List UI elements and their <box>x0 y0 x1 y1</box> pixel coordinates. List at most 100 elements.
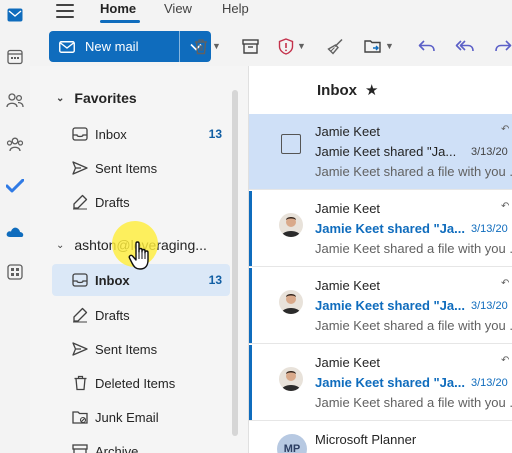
broom-icon <box>327 38 343 55</box>
message-sender: Jamie Keet <box>315 278 381 293</box>
onedrive-icon[interactable] <box>5 222 25 242</box>
reply-indicator-icon: ↶ <box>501 201 510 212</box>
app-rail <box>0 0 30 453</box>
chevron-down-icon: ▼ <box>297 41 306 51</box>
account-archive[interactable]: Archive <box>52 435 230 453</box>
message-subject: Jamie Keet shared "Ja... <box>315 144 457 159</box>
message-row[interactable]: MP Microsoft Planner <box>249 422 512 453</box>
trash-icon <box>195 38 207 54</box>
avatar <box>279 290 303 314</box>
new-mail-button[interactable]: New mail <box>49 31 211 62</box>
send-icon <box>70 161 90 175</box>
reply-indicator-icon: ↶ <box>501 124 510 135</box>
todo-icon[interactable] <box>5 176 25 196</box>
archive-icon <box>242 38 259 54</box>
message-preview: Jamie Keet shared a file with you ... <box>315 318 512 333</box>
list-title: Inbox <box>317 81 357 99</box>
new-mail-main[interactable]: New mail <box>49 31 179 62</box>
sweep-button[interactable] <box>327 36 344 56</box>
hand-cursor-icon <box>128 240 154 277</box>
favorite-drafts[interactable]: Drafts <box>52 186 230 218</box>
ribbon-tabs: Home View Help <box>30 0 512 26</box>
account-junk-email[interactable]: Junk Email <box>52 401 230 433</box>
drafts-icon <box>70 194 90 210</box>
compose-mail-icon <box>59 40 75 53</box>
message-preview: Jamie Keet shared a file with you ... <box>315 164 512 179</box>
delete-button[interactable]: ▼ <box>193 36 221 56</box>
archive-icon <box>70 444 90 453</box>
inbox-icon <box>70 127 90 141</box>
folder-label: Sent Items <box>95 160 158 176</box>
tab-view[interactable]: View <box>164 1 192 16</box>
message-date: 3/13/20 <box>471 377 508 389</box>
favorite-sent-items[interactable]: Sent Items <box>52 152 230 184</box>
account-deleted-items[interactable]: Deleted Items <box>52 367 230 399</box>
report-button[interactable]: ▼ <box>278 36 306 56</box>
folder-label: Drafts <box>95 194 130 210</box>
folder-pane-scrollbar[interactable] <box>232 90 238 436</box>
folder-label: Drafts <box>95 307 130 323</box>
mail-icon[interactable] <box>5 5 25 25</box>
message-preview: Jamie Keet shared a file with you ... <box>315 241 512 256</box>
avatar <box>279 367 303 391</box>
tab-home[interactable]: Home <box>100 1 136 16</box>
chevron-down-icon: ▼ <box>212 41 221 51</box>
move-to-button[interactable]: ▼ <box>364 36 394 56</box>
trash-icon <box>70 375 90 391</box>
avatar: MP <box>277 434 307 453</box>
inbox-icon <box>70 273 90 287</box>
apps-icon[interactable] <box>5 262 25 282</box>
folder-move-icon <box>364 40 381 53</box>
shield-warning-icon <box>278 37 294 55</box>
calendar-icon[interactable] <box>5 47 25 67</box>
reply-indicator-icon: ↶ <box>501 278 510 289</box>
junk-folder-icon <box>70 410 90 425</box>
message-row[interactable]: ↶ Jamie Keet Jamie Keet shared "Ja... 3/… <box>249 114 512 190</box>
archive-button[interactable] <box>242 36 259 56</box>
favorite-inbox[interactable]: Inbox 13 <box>52 118 230 150</box>
send-icon <box>70 342 90 356</box>
unread-count: 13 <box>208 127 222 141</box>
message-date: 3/13/20 <box>471 223 508 235</box>
avatar <box>279 213 303 237</box>
favorite-star-icon[interactable]: ★ <box>365 81 378 99</box>
reply-icon <box>418 40 435 52</box>
select-checkbox[interactable] <box>281 134 301 154</box>
message-sender: Microsoft Planner <box>315 432 417 447</box>
folder-label: Deleted Items <box>95 375 176 391</box>
message-subject: Jamie Keet shared "Ja... <box>315 221 465 236</box>
message-sender: Jamie Keet <box>315 355 381 370</box>
folder-label: Archive <box>95 443 139 453</box>
message-preview: Jamie Keet shared a file with you ... <box>315 395 512 410</box>
message-row[interactable]: ↶ Jamie Keet Jamie Keet shared "Ja... 3/… <box>249 268 512 344</box>
folder-label: Inbox <box>95 126 127 142</box>
message-subject: Jamie Keet shared "Ja... <box>315 298 465 313</box>
favorites-header[interactable]: ⌄ Favorites <box>56 90 137 106</box>
account-sent-items[interactable]: Sent Items <box>52 333 230 365</box>
account-drafts[interactable]: Drafts <box>52 299 230 331</box>
message-sender: Jamie Keet <box>315 201 381 216</box>
tab-help[interactable]: Help <box>222 1 249 16</box>
message-date: 3/13/20 <box>471 146 508 158</box>
message-row[interactable]: ↶ Jamie Keet Jamie Keet shared "Ja... 3/… <box>249 191 512 267</box>
forward-icon <box>495 40 512 52</box>
chevron-down-icon: ⌄ <box>56 92 65 104</box>
people-icon[interactable] <box>5 90 25 110</box>
message-row[interactable]: ↶ Jamie Keet Jamie Keet shared "Ja... 3/… <box>249 345 512 421</box>
reply-all-icon <box>455 40 474 52</box>
message-list-header: Inbox ★ <box>249 66 512 114</box>
groups-icon[interactable] <box>5 134 25 154</box>
toolbar: New mail ▼ ▼ ▼ <box>30 26 512 66</box>
folder-label: Inbox <box>95 272 130 288</box>
reply-all-button[interactable] <box>455 36 475 56</box>
active-tab-indicator <box>100 20 140 23</box>
forward-button[interactable] <box>494 36 512 56</box>
hamburger-menu-icon[interactable] <box>56 4 74 18</box>
message-date: 3/13/20 <box>471 300 508 312</box>
reply-button[interactable] <box>418 36 436 56</box>
chevron-down-icon: ⌄ <box>56 239 65 251</box>
folder-label: Sent Items <box>95 341 158 357</box>
unread-count: 13 <box>208 273 222 287</box>
reply-indicator-icon: ↶ <box>501 355 510 366</box>
chevron-down-icon: ▼ <box>385 41 394 51</box>
